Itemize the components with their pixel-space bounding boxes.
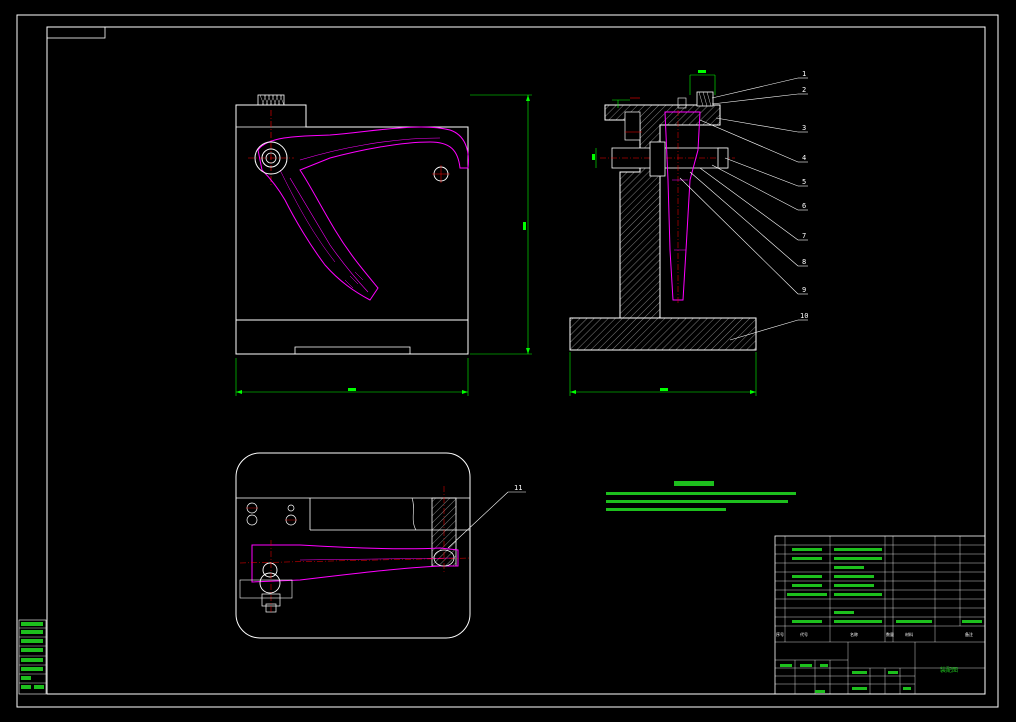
balloon-7: 7: [802, 232, 806, 240]
balloon-11: 11: [514, 484, 522, 492]
balloon-1: 1: [802, 70, 806, 78]
side-view: 1 2 3 4 5 6 7 8 9 10: [569, 70, 808, 396]
corner-box: [46, 26, 106, 39]
header-seq: 序号: [776, 631, 784, 637]
header-code: 代号: [800, 631, 808, 637]
header-qty: 数量: [886, 631, 894, 637]
balloon-9: 9: [802, 286, 806, 294]
balloon-8: 8: [802, 258, 806, 266]
technical-requirements: [606, 481, 796, 511]
balloon-4: 4: [802, 154, 806, 162]
top-view: 11: [235, 452, 526, 639]
title-block: 序号 代号 名称 数量 材料 备注 装配图: [774, 535, 986, 695]
balloon-5: 5: [802, 178, 806, 186]
header-note: 备注: [965, 631, 973, 637]
balloon-6: 6: [802, 202, 806, 210]
side-strip-table: [18, 619, 47, 695]
balloon-10: 10: [800, 312, 808, 320]
header-material: 材料: [905, 631, 913, 637]
balloon-3: 3: [802, 124, 806, 132]
header-name: 名称: [850, 631, 858, 637]
balloon-2: 2: [802, 86, 806, 94]
drawing-title: 装配图: [940, 666, 958, 674]
front-view: [235, 94, 532, 396]
cad-drawing: 1 2 3 4 5 6 7 8 9 10 11 序号 代号 名称 数量 材料 备…: [16, 14, 999, 708]
sheet-border: [16, 14, 999, 708]
